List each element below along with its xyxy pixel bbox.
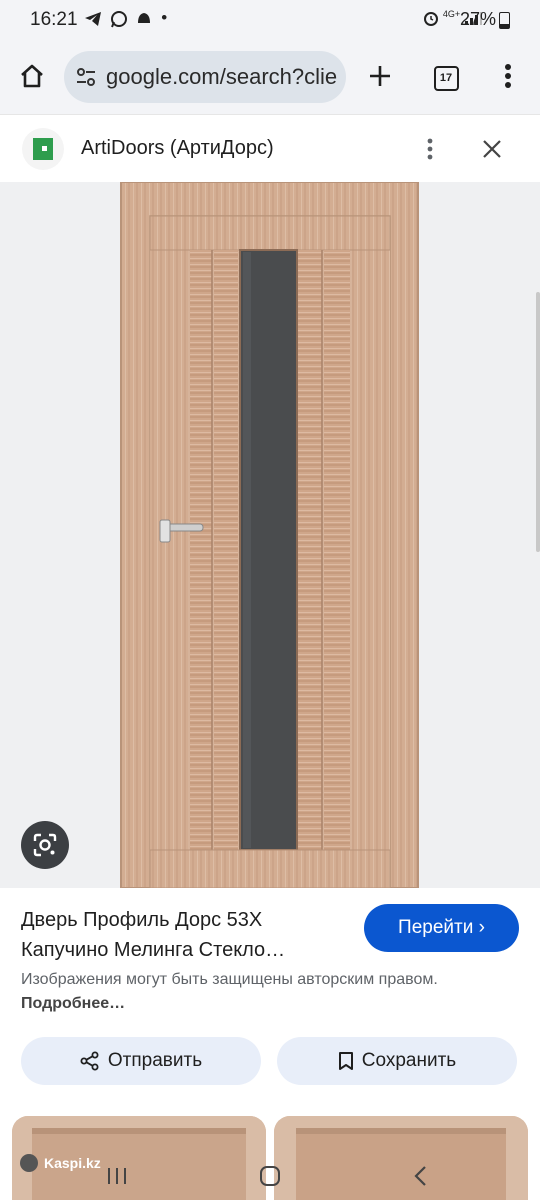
system-nav-bar [0,1150,540,1200]
status-time: 16:21 [30,9,78,30]
close-button[interactable] [472,131,512,167]
bookmark-icon [338,1052,353,1070]
home-icon [21,64,43,88]
network-type: 4G+ [442,9,461,19]
notification-icon [138,12,151,25]
telegram-icon [85,11,101,26]
home-button[interactable] [12,56,52,96]
whatsapp-icon [110,10,127,27]
close-icon [483,140,501,158]
door-logo-icon [33,138,53,160]
new-tab-button[interactable] [360,56,400,96]
site-favicon [22,128,64,170]
battery-level: 27% [459,9,496,29]
share-label: Отправить [107,1050,203,1071]
browser-toolbar: google.com/search?clie 17 [0,40,540,114]
tab-switcher-button[interactable]: 17 [426,58,466,98]
save-label: Сохранить [361,1050,457,1071]
back-icon [414,1166,426,1186]
lens-button[interactable] [21,821,69,869]
address-bar[interactable]: google.com/search?clie [64,51,346,103]
tab-count: 17 [433,65,459,91]
source-title[interactable]: ArtiDoors (АртиДорс) [81,137,274,160]
home-circle-icon [260,1166,280,1186]
system-home-button[interactable] [248,1158,292,1194]
result-title[interactable]: Дверь Профиль Дорс 53Х Капучино Мелинга … [21,905,351,965]
image-preview[interactable] [0,182,540,888]
url-text: google.com/search?clie [106,64,338,89]
visit-button[interactable]: Перейти › [364,904,519,952]
plus-icon [370,66,390,86]
back-button[interactable] [398,1158,442,1194]
recents-icon [108,1168,126,1184]
copyright-text: Изображения могут быть защищены авторски… [21,971,438,988]
site-settings-icon[interactable] [74,65,98,89]
scrollbar[interactable] [536,292,540,552]
dot-icon: • [161,8,171,27]
status-bar: 16:21 • 4G+ 27% [0,0,540,40]
save-button[interactable]: Сохранить [277,1037,517,1085]
battery-icon [499,12,510,29]
google-lens-icon [33,833,57,857]
image-source-header: ArtiDoors (АртиДорс) [0,114,540,183]
alarm-icon [423,12,438,27]
copyright-notice: Изображения могут быть защищены авторски… [21,968,461,1016]
source-more-button[interactable] [410,131,450,167]
notification-icons: • [84,8,170,28]
more-vert-icon [505,64,511,88]
share-button[interactable]: Отправить [21,1037,261,1085]
recents-button[interactable] [95,1158,139,1194]
learn-more-link[interactable]: Подробнее… [21,995,125,1012]
more-vert-icon [427,138,433,160]
share-icon [80,1051,99,1071]
door-image [120,182,419,888]
browser-menu-button[interactable] [488,56,528,96]
